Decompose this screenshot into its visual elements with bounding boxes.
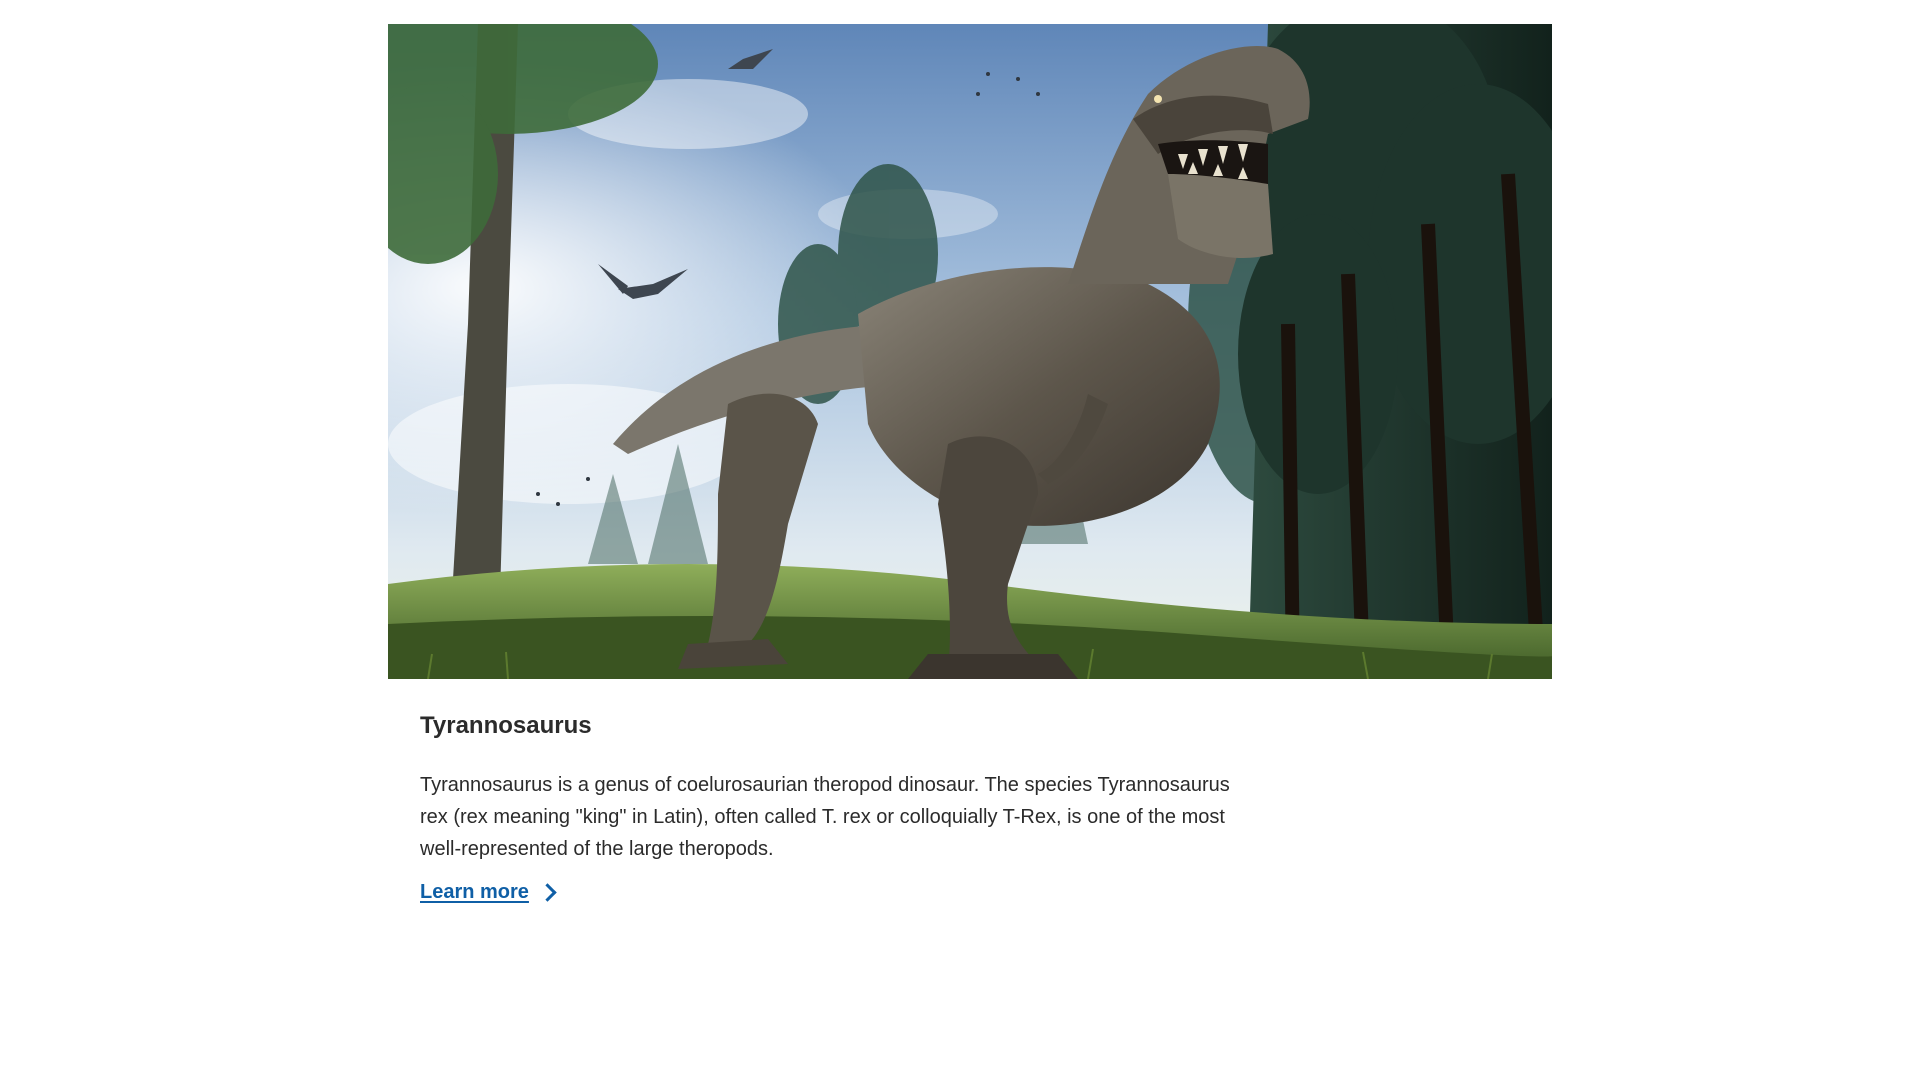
chevron-right-icon — [538, 883, 557, 902]
learn-more-label: Learn more — [420, 881, 529, 903]
card-title: Tyrannosaurus — [420, 712, 592, 739]
hero-image — [388, 24, 1552, 679]
card-description: Tyrannosaurus is a genus of coelurosauri… — [420, 774, 1230, 860]
dinosaur-card: Tyrannosaurus Tyrannosaurus is a genus o… — [388, 24, 1552, 904]
trex-forest-illustration — [388, 24, 1552, 679]
card-content: Tyrannosaurus Tyrannosaurus is a genus o… — [388, 679, 1552, 904]
learn-more-link[interactable]: Learn more — [420, 881, 557, 904]
